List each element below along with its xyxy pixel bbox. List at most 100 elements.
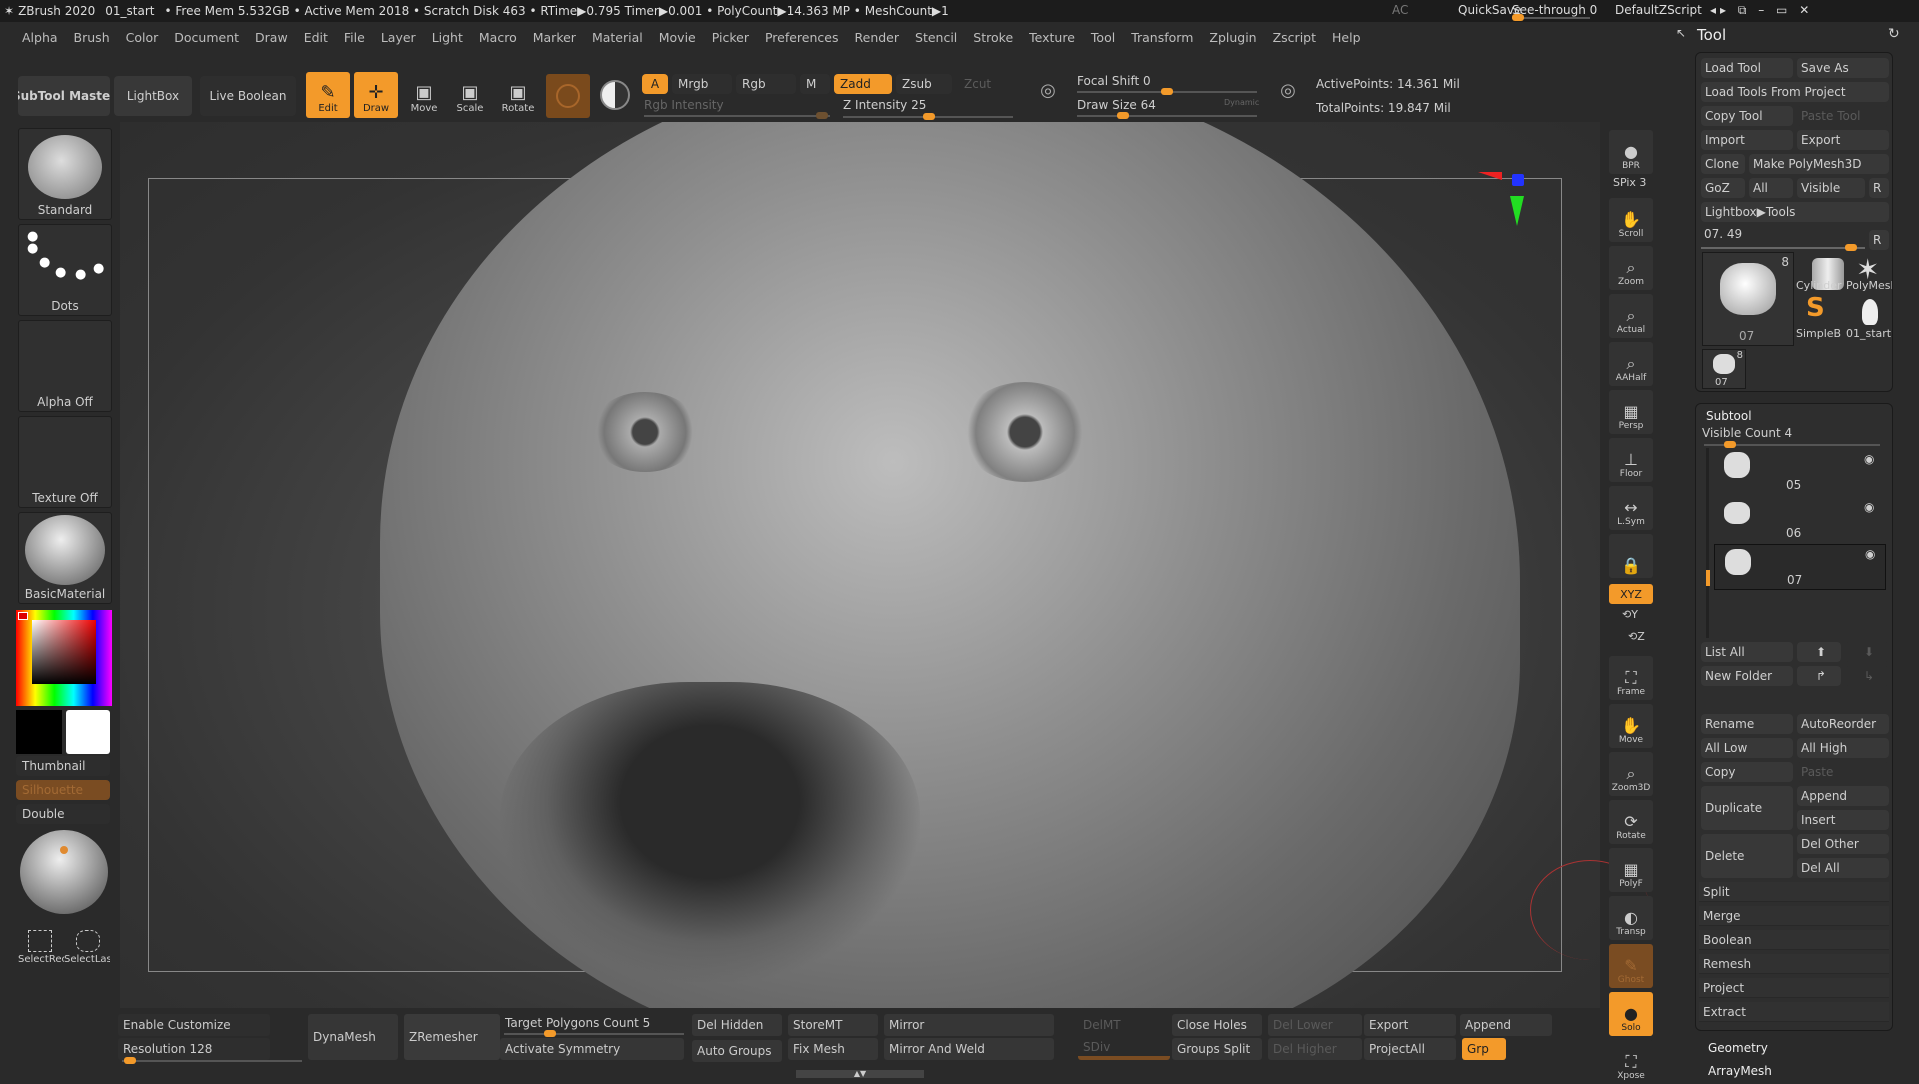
see-through-slider[interactable]: See-through 0 bbox=[1512, 3, 1597, 17]
geometry-section[interactable]: Geometry bbox=[1708, 1041, 1768, 1055]
color-sphere-icon[interactable] bbox=[600, 80, 630, 110]
resolution-track[interactable] bbox=[122, 1057, 302, 1064]
close-holes-button[interactable]: Close Holes bbox=[1172, 1014, 1262, 1036]
select-lasso-icon[interactable] bbox=[76, 930, 100, 952]
rgb-button[interactable]: Rgb bbox=[736, 74, 796, 94]
thumbnail-button[interactable]: Thumbnail bbox=[16, 756, 110, 776]
eye-icon[interactable]: ◉ bbox=[1864, 452, 1874, 466]
y-rotate-icon[interactable]: ⟲Y bbox=[1622, 608, 1638, 621]
autoreorder-button[interactable]: AutoReorder bbox=[1797, 714, 1889, 734]
rgb-intensity-slider[interactable] bbox=[644, 112, 830, 119]
delmt-button[interactable]: DelMT bbox=[1078, 1014, 1170, 1036]
make-polymesh3d-button[interactable]: Make PolyMesh3D bbox=[1749, 154, 1889, 174]
insert-button[interactable]: Insert bbox=[1797, 810, 1889, 830]
export-button-bottom[interactable]: Export bbox=[1364, 1014, 1456, 1036]
move-down-arrow-icon[interactable]: ⬇ bbox=[1845, 642, 1889, 662]
tool-slider-r-button[interactable]: R bbox=[1869, 230, 1889, 250]
secondary-color-swatch[interactable] bbox=[16, 710, 62, 754]
paste-tool-button[interactable]: Paste Tool bbox=[1797, 106, 1889, 126]
menu-layer[interactable]: Layer bbox=[373, 30, 424, 45]
menu-light[interactable]: Light bbox=[424, 30, 471, 45]
lock-camera-button[interactable]: 🔒 bbox=[1609, 534, 1653, 578]
zadd-button[interactable]: Zadd bbox=[834, 74, 892, 94]
grp-button[interactable]: Grp bbox=[1462, 1038, 1506, 1060]
window-controls[interactable]: ◂▸ ⧉ – ▭ ✕ bbox=[1710, 3, 1813, 18]
menu-brush[interactable]: Brush bbox=[66, 30, 118, 45]
texture-selector[interactable]: Texture Off bbox=[18, 416, 112, 508]
move-up-arrow-icon[interactable]: ⬆ bbox=[1797, 642, 1841, 662]
solo-button[interactable]: ● Solo bbox=[1609, 992, 1653, 1036]
spix-slider[interactable]: SPix 3 bbox=[1613, 176, 1646, 189]
project-section[interactable]: Project bbox=[1699, 978, 1889, 998]
append-button-bottom[interactable]: Append bbox=[1460, 1014, 1552, 1036]
resolution-slider[interactable]: Resolution 128 bbox=[118, 1038, 270, 1060]
duplicate-button[interactable]: Duplicate bbox=[1701, 786, 1793, 830]
mirror-and-weld-button[interactable]: Mirror And Weld bbox=[884, 1038, 1054, 1060]
rotate3d-button[interactable]: ⟳ Rotate bbox=[1609, 800, 1653, 844]
copy-button[interactable]: Copy bbox=[1701, 762, 1793, 782]
visible-count-slider[interactable] bbox=[1704, 441, 1880, 448]
extract-section[interactable]: Extract bbox=[1699, 1002, 1889, 1022]
del-hidden-button[interactable]: Del Hidden bbox=[692, 1014, 782, 1036]
boolean-section[interactable]: Boolean bbox=[1699, 930, 1889, 950]
menu-help[interactable]: Help bbox=[1324, 30, 1369, 45]
tool-thumb-07-small[interactable]: 8 07 bbox=[1702, 349, 1746, 389]
xpose-button[interactable]: ⛶ Xpose bbox=[1609, 1040, 1653, 1084]
double-button[interactable]: Double bbox=[16, 804, 110, 824]
menu-zplugin[interactable]: Zplugin bbox=[1201, 30, 1264, 45]
focal-s-icon[interactable]: ◎ bbox=[1033, 80, 1063, 116]
see-through-track[interactable] bbox=[1512, 14, 1590, 21]
goz-all-button[interactable]: All bbox=[1749, 178, 1793, 198]
select-rect-icon[interactable] bbox=[28, 930, 52, 952]
m-button[interactable]: M bbox=[800, 74, 830, 94]
menu-transform[interactable]: Transform bbox=[1123, 30, 1201, 45]
goz-button[interactable]: GoZ bbox=[1701, 178, 1745, 198]
transp-button[interactable]: ◐ Transp bbox=[1609, 896, 1653, 940]
polyf-button[interactable]: ▦ PolyF bbox=[1609, 848, 1653, 892]
menu-marker[interactable]: Marker bbox=[525, 30, 584, 45]
menu-draw[interactable]: Draw bbox=[247, 30, 296, 45]
edit-button[interactable]: ✎ Edit bbox=[306, 72, 350, 118]
default-zscript-button[interactable]: DefaultZScript bbox=[1615, 3, 1702, 17]
move3d-button[interactable]: ✋ Move bbox=[1609, 704, 1653, 748]
copy-tool-button[interactable]: Copy Tool bbox=[1701, 106, 1793, 126]
bpr-button[interactable]: ● BPR bbox=[1609, 130, 1653, 174]
goz-visible-button[interactable]: Visible bbox=[1797, 178, 1865, 198]
target-polygons-slider[interactable]: Target Polygons Count 5 bbox=[500, 1012, 684, 1034]
tool-panel-title[interactable]: Tool bbox=[1697, 26, 1726, 44]
tool-thumb-07[interactable]: 8 07 bbox=[1702, 252, 1794, 346]
dynamesh-button[interactable]: DynaMesh bbox=[308, 1014, 398, 1060]
append-button[interactable]: Append bbox=[1797, 786, 1889, 806]
head-thumb-icon[interactable] bbox=[1862, 299, 1878, 325]
menu-material[interactable]: Material bbox=[584, 30, 651, 45]
bottom-shelf-toggle[interactable]: ▲▼ bbox=[796, 1070, 924, 1078]
menu-zscript[interactable]: Zscript bbox=[1265, 30, 1324, 45]
subtool-item-07-selected[interactable]: ◉ 07 bbox=[1714, 544, 1886, 590]
zsub-button[interactable]: Zsub bbox=[896, 74, 952, 94]
subtool-scrollbar[interactable] bbox=[1706, 448, 1710, 638]
menu-movie[interactable]: Movie bbox=[651, 30, 704, 45]
clone-button[interactable]: Clone bbox=[1701, 154, 1745, 174]
merge-section[interactable]: Merge bbox=[1699, 906, 1889, 926]
projectall-button[interactable]: ProjectAll bbox=[1364, 1038, 1456, 1060]
scroll-button[interactable]: ✋ Scroll bbox=[1609, 198, 1653, 242]
menu-picker[interactable]: Picker bbox=[704, 30, 757, 45]
simplebrush-s-icon[interactable]: S bbox=[1806, 293, 1825, 323]
dynamic-d-icon[interactable]: ◎ bbox=[1273, 80, 1303, 116]
subtool-item-06[interactable]: ◉ 06 bbox=[1714, 496, 1890, 542]
live-boolean-button[interactable]: Live Boolean bbox=[200, 76, 296, 116]
menu-render[interactable]: Render bbox=[847, 30, 908, 45]
tool-slider[interactable] bbox=[1701, 244, 1865, 251]
focal-shift-slider[interactable] bbox=[1077, 88, 1257, 95]
lsym-button[interactable]: ↔ L.Sym bbox=[1609, 486, 1653, 530]
alpha-selector[interactable]: Alpha Off bbox=[18, 320, 112, 412]
silhouette-button[interactable]: Silhouette bbox=[16, 780, 110, 800]
canvas-viewport[interactable] bbox=[120, 122, 1600, 1008]
primary-color-swatch[interactable] bbox=[66, 710, 110, 754]
zoom-button[interactable]: ⌕ Zoom bbox=[1609, 246, 1653, 290]
eye-icon[interactable]: ◉ bbox=[1865, 547, 1875, 561]
persp-button[interactable]: ▦ Persp bbox=[1609, 390, 1653, 434]
menu-file[interactable]: File bbox=[336, 30, 373, 45]
frame-button[interactable]: ⛶ Frame bbox=[1609, 656, 1653, 700]
a-button[interactable]: A bbox=[642, 74, 668, 94]
